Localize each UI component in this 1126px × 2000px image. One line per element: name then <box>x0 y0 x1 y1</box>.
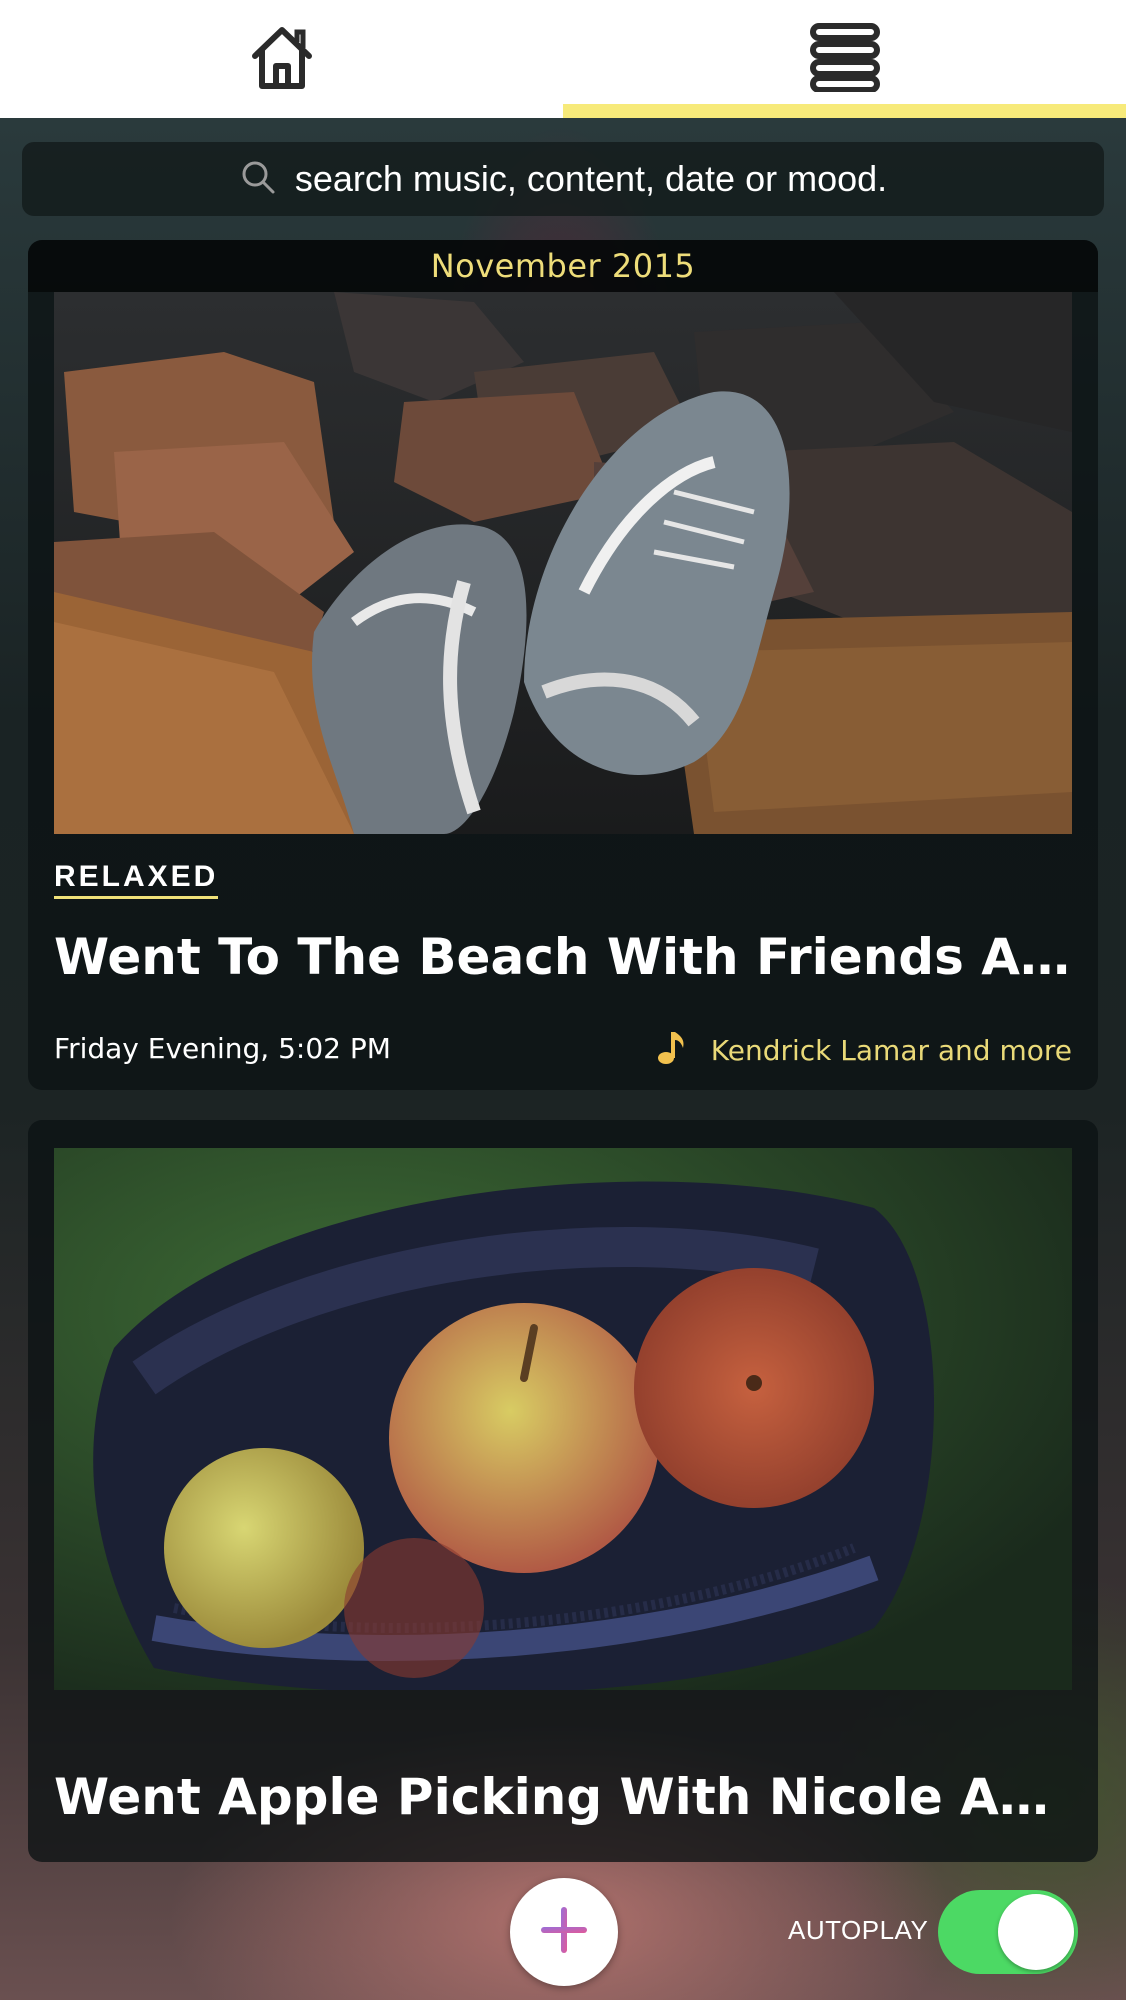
autoplay-label: AUTOPLAY <box>788 1915 929 1945</box>
autoplay-toggle[interactable] <box>938 1890 1078 1974</box>
month-header: November 2015 <box>28 240 1098 292</box>
entry-photo[interactable] <box>54 292 1072 834</box>
list-icon <box>809 22 880 96</box>
entry-title[interactable]: Went To The Beach With Friends And... <box>54 928 1072 986</box>
music-note-icon <box>657 1030 687 1070</box>
add-entry-button[interactable] <box>510 1878 618 1986</box>
journal-entry-card[interactable]: Went Apple Picking With Nicole And B... <box>28 1120 1098 1862</box>
tab-home[interactable] <box>0 0 563 118</box>
plus-icon <box>539 1905 589 1959</box>
top-navigation <box>0 0 1126 118</box>
entry-music[interactable]: Kendrick Lamar and more <box>657 1030 1072 1070</box>
home-icon <box>247 22 317 96</box>
search-icon <box>239 158 277 200</box>
search-placeholder: search music, content, date or mood. <box>294 158 888 199</box>
journal-entry-card[interactable]: November 2015 RELAXED Went To The Beach … <box>28 240 1098 1090</box>
tab-list[interactable] <box>563 0 1126 118</box>
toggle-knob <box>998 1894 1074 1970</box>
entry-timestamp: Friday Evening, 5:02 PM <box>54 1032 391 1065</box>
month-label: November 2015 <box>430 247 696 285</box>
entry-photo[interactable] <box>54 1148 1072 1690</box>
music-artists: Kendrick Lamar and more <box>710 1033 1072 1067</box>
active-tab-indicator <box>563 104 1126 118</box>
app-screen: search music, content, date or mood. Nov… <box>0 0 1126 2000</box>
mood-tag[interactable]: RELAXED <box>54 860 219 899</box>
entry-title[interactable]: Went Apple Picking With Nicole And B... <box>54 1768 1072 1826</box>
search-input[interactable]: search music, content, date or mood. <box>22 142 1104 216</box>
